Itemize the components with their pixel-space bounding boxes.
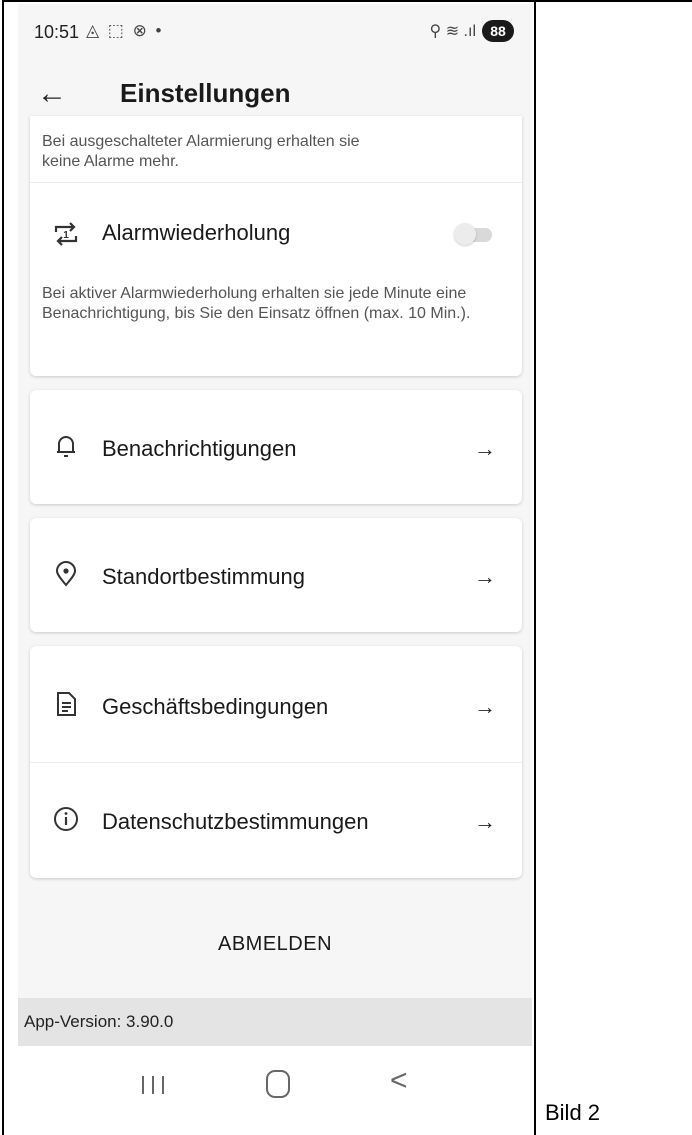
arrow-left-icon[interactable]: ← xyxy=(32,74,72,114)
menu-item-label: Datenschutzbestimmungen xyxy=(102,809,369,834)
alarm-description: Bei ausgeschalteter Alarmierung erhalten… xyxy=(42,133,360,170)
connectivity-icons: ⚲ ≋ .ıl xyxy=(429,23,476,40)
arrow-right-icon: → xyxy=(474,436,496,461)
legal-card: Geschäftsbedingungen → Datenschutzbestim… xyxy=(30,646,522,878)
repeat-one-icon: 1 xyxy=(54,222,78,246)
version-bar: App-Version: 3.90.0 xyxy=(18,998,532,1046)
menu-item-location[interactable]: Standortbestimmung → xyxy=(30,518,522,632)
document-frame-divider xyxy=(534,0,536,1135)
settings-content: Bei ausgeschalteter Alarmierung erhalten… xyxy=(18,116,532,1135)
logout-button[interactable]: ABMELDEN xyxy=(18,933,532,956)
arrow-right-icon: → xyxy=(474,809,496,834)
page-title: Einstellungen xyxy=(120,78,291,108)
location-pin-icon xyxy=(55,561,77,587)
arrow-right-icon: → xyxy=(474,564,496,589)
toggle-thumb xyxy=(454,223,476,245)
menu-item-terms[interactable]: Geschäftsbedingungen → xyxy=(30,646,522,762)
chevron-left-icon[interactable]: < xyxy=(390,1064,408,1098)
battery-indicator: 88 xyxy=(482,20,514,42)
status-time: 10:51 xyxy=(34,22,80,42)
notification-icons: ◬ ⬚ ⊗ • xyxy=(86,21,164,40)
svg-text:1: 1 xyxy=(63,230,69,241)
document-icon xyxy=(57,692,76,716)
document-frame-top xyxy=(2,0,692,2)
alarm-repeat-toggle[interactable] xyxy=(454,222,492,246)
document-frame-left xyxy=(2,0,4,1135)
app-version: App-Version: 3.90.0 xyxy=(24,1012,174,1031)
divider xyxy=(30,182,522,183)
alarm-repeat-description: Bei aktiver Alarmwiederholung erhalten s… xyxy=(42,285,471,322)
menu-item-label: Geschäftsbedingungen xyxy=(102,694,329,719)
arrow-right-icon: → xyxy=(474,694,496,719)
menu-item-privacy[interactable]: Datenschutzbestimmungen → xyxy=(30,763,522,878)
menu-item-label: Benachrichtigungen xyxy=(102,436,297,461)
alarm-settings-card: Bei ausgeschalteter Alarmierung erhalten… xyxy=(30,116,522,376)
menu-item-notifications[interactable]: Benachrichtigungen → xyxy=(30,390,522,504)
system-navigation-bar: < xyxy=(18,1046,532,1135)
alarm-repeat-label: Alarmwiederholung xyxy=(102,220,291,245)
figure-caption: Bild 2 xyxy=(545,1100,601,1125)
info-icon xyxy=(54,807,78,831)
phone-screen: 10:51 ◬ ⬚ ⊗ • ⚲ ≋ .ıl 88 ← Einstellungen… xyxy=(18,4,532,1135)
home-icon[interactable] xyxy=(266,1070,290,1098)
status-bar: 10:51 ◬ ⬚ ⊗ • ⚲ ≋ .ıl 88 xyxy=(18,4,532,64)
menu-item-label: Standortbestimmung xyxy=(102,564,305,589)
recent-apps-icon[interactable] xyxy=(140,1074,170,1096)
bell-icon xyxy=(57,436,75,457)
